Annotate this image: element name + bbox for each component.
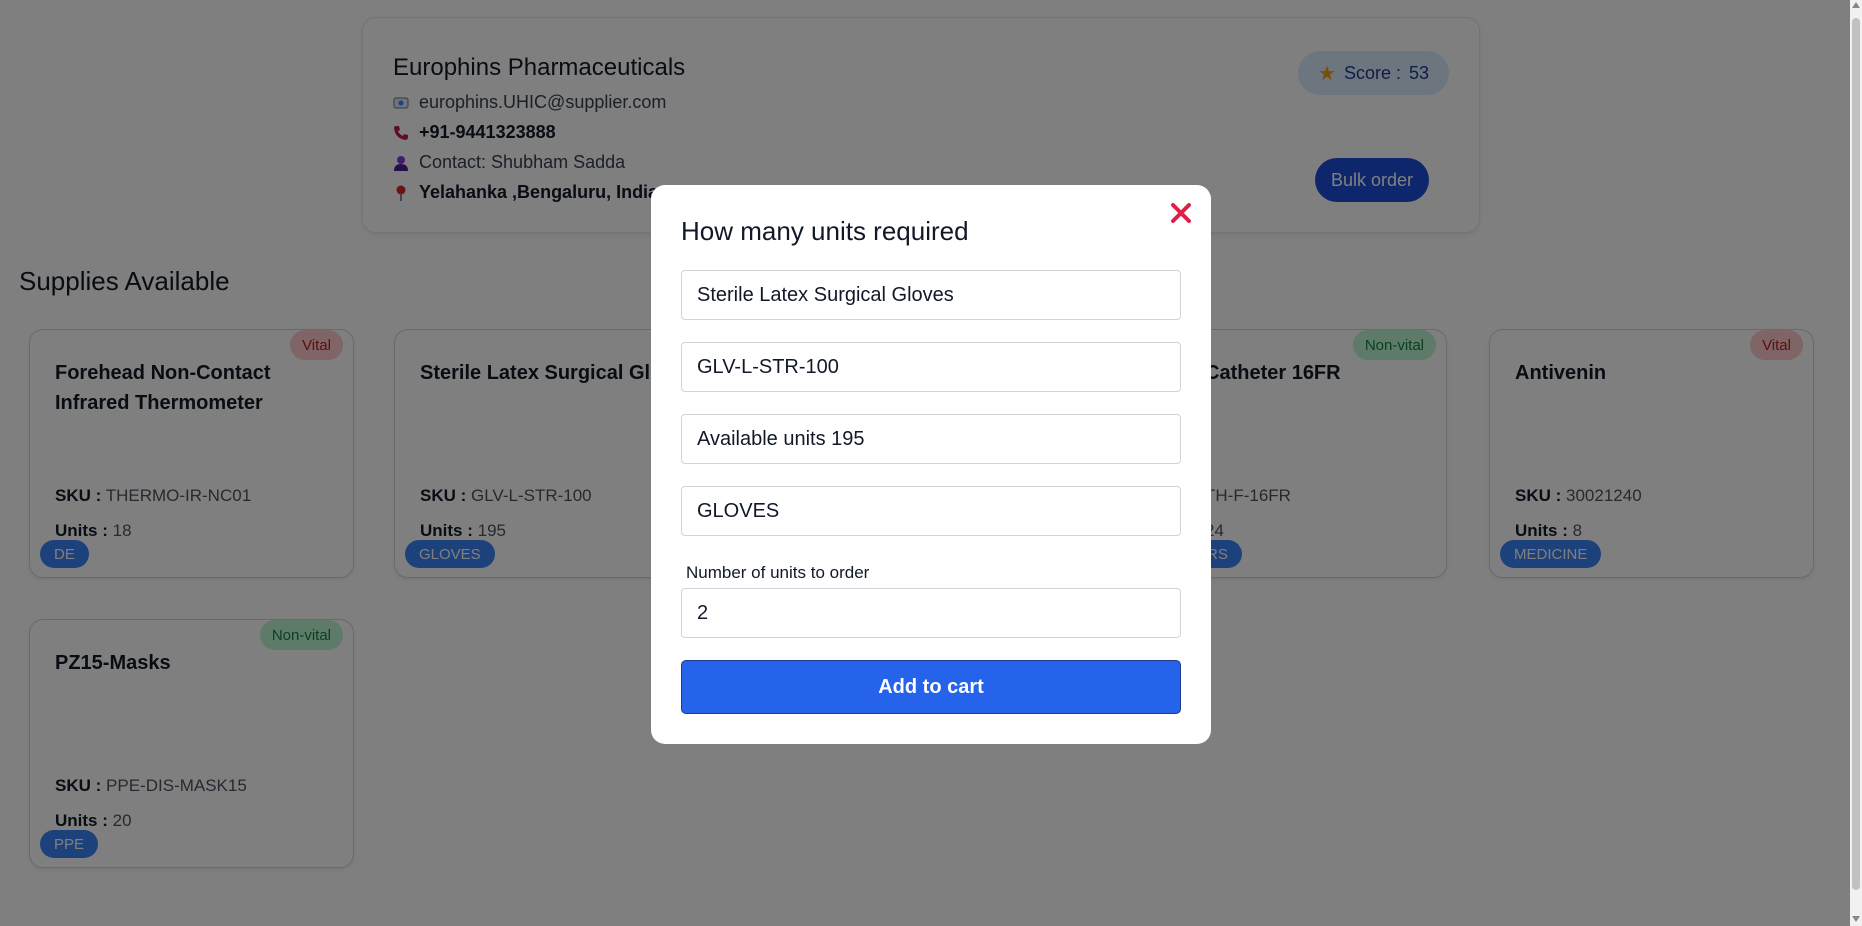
scroll-down-arrow-icon[interactable]	[1852, 916, 1860, 922]
page: Europhins Pharmaceuticals europhins.UHIC…	[0, 0, 1862, 926]
quantity-input[interactable]	[681, 588, 1181, 638]
product-name-field[interactable]	[681, 270, 1181, 320]
sku-field[interactable]	[681, 342, 1181, 392]
close-icon[interactable]	[1167, 199, 1195, 227]
scroll-thumb[interactable]	[1852, 18, 1860, 890]
order-modal: How many units required Number of units …	[651, 185, 1211, 744]
scrollbar[interactable]	[1850, 0, 1862, 926]
category-field[interactable]	[681, 486, 1181, 536]
quantity-label: Number of units to order	[686, 563, 870, 582]
modal-title: How many units required	[681, 216, 969, 246]
add-to-cart-button[interactable]: Add to cart	[681, 660, 1181, 714]
scroll-up-arrow-icon[interactable]	[1852, 2, 1860, 8]
available-units-field[interactable]	[681, 414, 1181, 464]
